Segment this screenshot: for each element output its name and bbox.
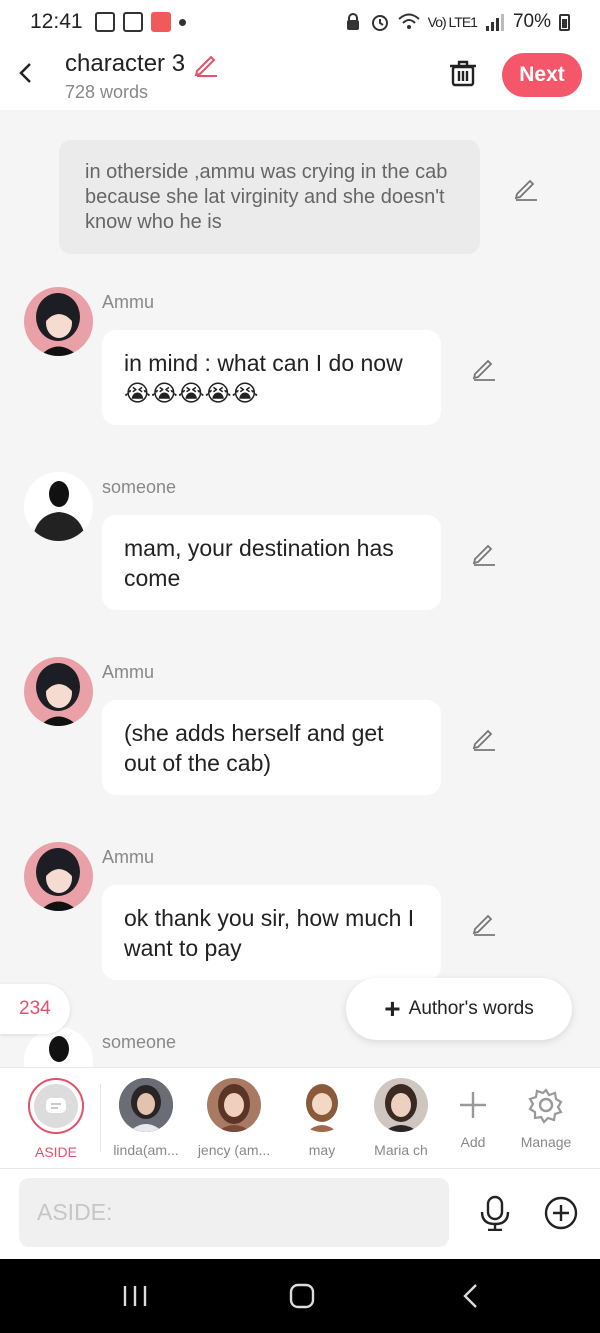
gear-icon bbox=[528, 1088, 563, 1124]
authors-words-label: Author's words bbox=[408, 998, 534, 1019]
narration-text: in otherside ,ammu was crying in the cab… bbox=[85, 161, 448, 233]
app-icon bbox=[122, 12, 143, 32]
character-may[interactable]: may bbox=[292, 1078, 352, 1158]
message-text: (she adds herself and get out of the cab… bbox=[124, 720, 384, 776]
sender-name: someone bbox=[102, 1032, 177, 1052]
add-circle-icon[interactable] bbox=[543, 1195, 579, 1231]
battery-percent: 70% bbox=[512, 11, 551, 32]
character-label: Maria ch bbox=[374, 1142, 428, 1158]
lock-icon bbox=[346, 13, 359, 30]
aside-chat-icon bbox=[34, 1084, 78, 1128]
character-label: jency (am... bbox=[197, 1142, 271, 1158]
input-bar bbox=[0, 1169, 600, 1259]
notification-icons bbox=[94, 12, 186, 32]
next-button[interactable]: Next bbox=[502, 53, 582, 97]
character-label: linda(am... bbox=[113, 1142, 179, 1158]
divider bbox=[100, 1084, 101, 1152]
sender-name: someone bbox=[102, 477, 177, 497]
character-bar: ASIDE linda(am... jency (am... may Maria… bbox=[0, 1067, 600, 1169]
alarm-icon bbox=[371, 15, 388, 31]
character-linda[interactable]: linda(am... bbox=[106, 1078, 186, 1158]
system-icons: Vo) LTE1 70% bbox=[344, 11, 570, 33]
title-row: character 3 bbox=[65, 50, 219, 78]
edit-message-icon[interactable] bbox=[471, 355, 497, 381]
sender-name: Ammu bbox=[102, 292, 155, 312]
girl-avatar-icon bbox=[36, 663, 80, 726]
back-nav-icon[interactable] bbox=[456, 1283, 486, 1309]
sender-name: Ammu bbox=[102, 662, 155, 682]
message-text: in mind : what can I do now 😭😭😭😭😭 bbox=[124, 350, 403, 406]
character-label: ASIDE bbox=[34, 1144, 77, 1160]
recent-apps-icon[interactable] bbox=[120, 1283, 150, 1309]
status-bar: 12:41 Vo) LTE1 70% bbox=[0, 0, 600, 44]
authors-words-button[interactable]: + Author's words bbox=[346, 978, 572, 1040]
message-bubble[interactable]: mam, your destination has come bbox=[102, 515, 441, 610]
avatar bbox=[374, 1078, 428, 1132]
network-label: Vo) LTE1 bbox=[427, 14, 478, 30]
plus-icon bbox=[460, 1092, 486, 1118]
home-icon[interactable] bbox=[287, 1283, 317, 1309]
app-notification-icon bbox=[150, 12, 171, 32]
header: character 3 728 words Next bbox=[0, 44, 600, 110]
edit-message-icon[interactable] bbox=[471, 910, 497, 936]
manage-characters-button[interactable]: Manage bbox=[514, 1078, 578, 1150]
avatar[interactable] bbox=[24, 842, 93, 911]
girl-avatar-icon bbox=[36, 293, 80, 356]
message-text: ok thank you sir, how much I want to pay bbox=[124, 905, 415, 961]
edit-message-icon[interactable] bbox=[471, 540, 497, 566]
sender-name: Ammu bbox=[102, 847, 155, 867]
avatar[interactable] bbox=[24, 287, 93, 356]
girl-avatar-icon bbox=[36, 848, 80, 911]
avatar bbox=[119, 1078, 173, 1132]
word-counter-badge: 234 bbox=[0, 984, 70, 1034]
avatar[interactable] bbox=[24, 657, 93, 726]
system-nav-bar bbox=[0, 1259, 600, 1333]
trash-icon[interactable] bbox=[448, 58, 478, 88]
message-text: mam, your destination has come bbox=[124, 535, 394, 591]
edit-narration-icon[interactable] bbox=[513, 175, 539, 201]
plus-icon: + bbox=[384, 993, 401, 1024]
aside-input[interactable] bbox=[19, 1178, 449, 1247]
status-time: 12:41 bbox=[30, 10, 83, 33]
avatar bbox=[207, 1078, 261, 1132]
add-character-button[interactable]: Add bbox=[446, 1078, 500, 1150]
avatar[interactable] bbox=[24, 472, 93, 541]
edit-message-icon[interactable] bbox=[471, 725, 497, 751]
aside-ring bbox=[28, 1078, 84, 1134]
signal-icon bbox=[485, 14, 504, 31]
character-aside[interactable]: ASIDE bbox=[22, 1078, 90, 1160]
character-label: Manage bbox=[520, 1134, 572, 1150]
message-bubble[interactable]: in mind : what can I do now 😭😭😭😭😭 bbox=[102, 330, 441, 425]
more-notifications-icon bbox=[178, 18, 186, 26]
wifi-icon bbox=[397, 13, 420, 29]
battery-icon bbox=[559, 13, 570, 31]
character-label: Add bbox=[460, 1134, 486, 1150]
character-jency[interactable]: jency (am... bbox=[192, 1078, 276, 1158]
message-bubble[interactable]: ok thank you sir, how much I want to pay bbox=[102, 885, 441, 980]
silhouette-avatar-icon bbox=[24, 472, 93, 541]
word-count: 728 words bbox=[65, 82, 149, 102]
gallery-icon bbox=[94, 12, 115, 32]
edit-title-icon[interactable] bbox=[193, 51, 219, 77]
avatar bbox=[295, 1078, 349, 1132]
chat-area[interactable]: in otherside ,ammu was crying in the cab… bbox=[0, 110, 600, 1067]
narration-block[interactable]: in otherside ,ammu was crying in the cab… bbox=[59, 140, 480, 254]
page-title: character 3 bbox=[65, 50, 186, 77]
message-bubble[interactable]: (she adds herself and get out of the cab… bbox=[102, 700, 441, 795]
back-arrow-icon[interactable] bbox=[14, 58, 38, 88]
character-maria[interactable]: Maria ch bbox=[368, 1078, 434, 1158]
microphone-icon[interactable] bbox=[478, 1195, 512, 1231]
character-label: may bbox=[308, 1142, 336, 1158]
